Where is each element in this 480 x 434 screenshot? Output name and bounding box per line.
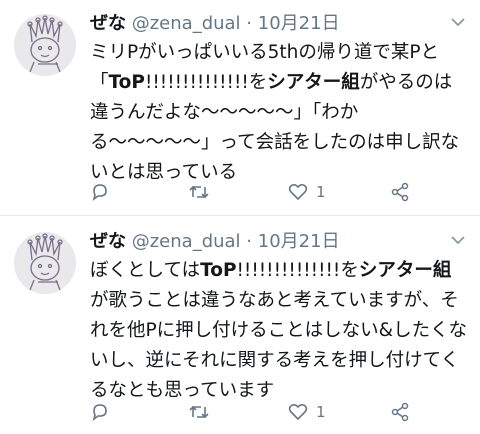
action-bar: 1 bbox=[90, 178, 430, 206]
share-icon bbox=[391, 182, 409, 202]
user-handle[interactable]: @zena_dual bbox=[132, 231, 241, 252]
separator-dot: · bbox=[246, 13, 253, 34]
reply-button[interactable] bbox=[90, 178, 110, 206]
timeline: ぜな @zena_dual · 10月21日 ミリPがいっぱいいる5thの帰り道… bbox=[0, 0, 480, 433]
retweet-button[interactable] bbox=[188, 178, 210, 206]
avatar[interactable] bbox=[14, 232, 76, 294]
reply-icon bbox=[92, 404, 107, 421]
heart-icon bbox=[288, 403, 308, 421]
reply-button[interactable] bbox=[90, 398, 110, 426]
text-part: ぼくとしては bbox=[90, 260, 201, 281]
like-button[interactable]: 1 bbox=[288, 178, 326, 206]
avatar-drawing bbox=[14, 232, 76, 294]
chevron-down-icon[interactable] bbox=[450, 14, 466, 28]
tweet-header: ぜな @zena_dual · 10月21日 bbox=[90, 228, 440, 256]
text-part: シアター組 bbox=[267, 72, 360, 93]
text-part: ToP bbox=[108, 72, 145, 93]
heart-icon bbox=[288, 183, 308, 201]
text-part: ToP bbox=[200, 260, 237, 281]
retweet-button[interactable] bbox=[188, 398, 210, 426]
retweet-icon bbox=[189, 405, 209, 419]
text-part: !!!!!!!!!!!!!!を bbox=[236, 260, 359, 281]
display-name[interactable]: ぜな bbox=[90, 13, 126, 34]
tweet-text: ミリPがいっぱいいる5thの帰り道で某Pと「ToP!!!!!!!!!!!!!!を… bbox=[90, 38, 468, 188]
tweet[interactable]: ぜな @zena_dual · 10月21日 ミリPがいっぱいいる5thの帰り道… bbox=[0, 0, 480, 216]
tweet-header: ぜな @zena_dual · 10月21日 bbox=[90, 10, 440, 38]
tweet-date[interactable]: 10月21日 bbox=[258, 13, 340, 34]
avatar[interactable] bbox=[14, 14, 76, 76]
like-button[interactable]: 1 bbox=[288, 398, 326, 426]
user-handle[interactable]: @zena_dual bbox=[132, 13, 241, 34]
action-bar: 1 bbox=[90, 398, 430, 426]
text-part: シアター組 bbox=[358, 260, 452, 281]
tweet[interactable]: ぜな @zena_dual · 10月21日 ぼくとしてはToP!!!!!!!!… bbox=[0, 218, 480, 434]
text-part: が歌うことは違うなあと考えていますが、それを他Pに押し付けることはしない&したく… bbox=[90, 290, 468, 401]
reply-icon bbox=[92, 184, 107, 201]
like-count: 1 bbox=[316, 403, 326, 421]
avatar-drawing bbox=[14, 14, 76, 76]
share-button[interactable] bbox=[390, 178, 410, 206]
retweet-icon bbox=[189, 185, 209, 199]
share-icon bbox=[391, 402, 409, 422]
like-count: 1 bbox=[316, 183, 326, 201]
text-part: !!!!!!!!!!!!!!を bbox=[144, 72, 268, 93]
separator-dot: · bbox=[246, 231, 253, 252]
display-name[interactable]: ぜな bbox=[90, 231, 126, 252]
tweet-date[interactable]: 10月21日 bbox=[258, 231, 340, 252]
chevron-down-icon[interactable] bbox=[450, 232, 466, 246]
share-button[interactable] bbox=[390, 398, 410, 426]
tweet-text: ぼくとしてはToP!!!!!!!!!!!!!!をシアター組が歌うことは違うなあと… bbox=[90, 256, 468, 406]
